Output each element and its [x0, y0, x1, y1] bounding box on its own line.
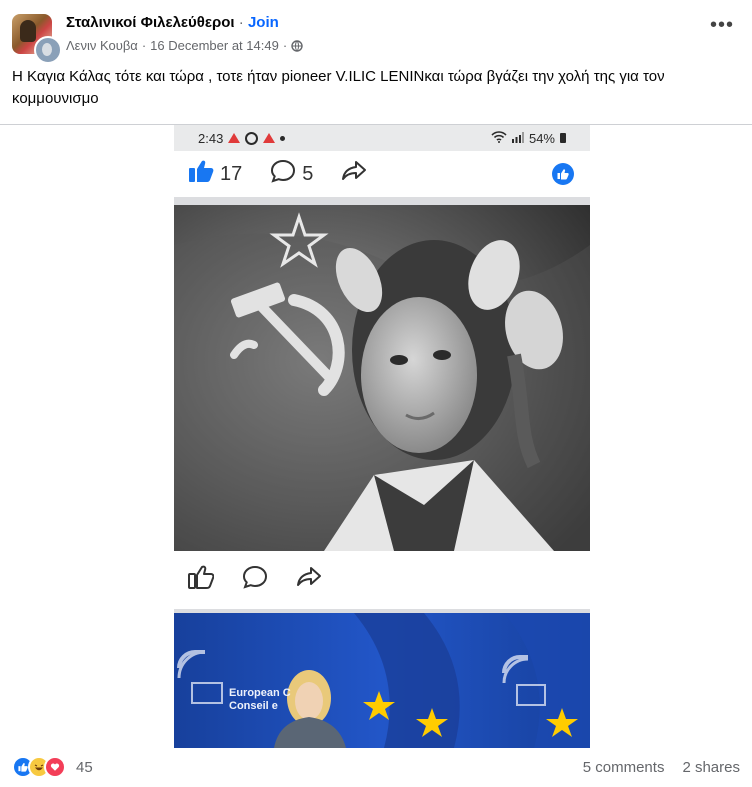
comments-count-link[interactable]: 5 comments: [583, 759, 665, 776]
signal-icon: [511, 131, 524, 146]
viber-icon: [245, 131, 259, 145]
group-name-link[interactable]: Σταλινικοί Φιλελεύθεροι: [66, 14, 235, 31]
share-arrow-icon: [341, 159, 367, 189]
more-options-icon[interactable]: •••: [708, 15, 736, 38]
reaction-count: 45: [76, 758, 93, 776]
inner-comment-count: 5: [302, 162, 314, 185]
author-avatar[interactable]: [34, 36, 62, 64]
warning-icon-2: [263, 133, 276, 143]
inner-action-bar: [174, 559, 322, 599]
comment-bubble-icon: [270, 159, 296, 189]
inner-like[interactable]: 17: [188, 159, 242, 189]
title-separator: ·: [234, 14, 248, 31]
post-meta: Λενιν Κουβα · 16 December at 14:49 ·: [66, 38, 303, 53]
comment-outline-icon[interactable]: [242, 565, 268, 594]
notification-dot-icon: [280, 135, 286, 141]
avatar-figure: [20, 20, 36, 42]
warning-icon: [228, 133, 241, 143]
battery-percent: 54%: [528, 130, 555, 146]
reactions-summary[interactable]: 45: [12, 756, 93, 778]
eu-sign-line-2: Conseil e: [229, 700, 278, 712]
love-reaction-icon: [44, 756, 66, 778]
eu-sign-line-1: European C: [229, 687, 291, 699]
meta-separator-2: ·: [282, 38, 288, 53]
status-time: 2:43: [198, 130, 224, 146]
join-link[interactable]: Join: [248, 14, 279, 31]
meta-separator: ·: [141, 38, 147, 53]
post-header: Σταλινικοί Φιλελεύθεροι · Join Λενιν Κου…: [12, 10, 740, 64]
inner-comment[interactable]: 5: [270, 159, 313, 189]
inner-divider: [174, 197, 590, 205]
globe-icon: [291, 39, 303, 52]
inner-share[interactable]: [341, 159, 367, 189]
eu-sign-text: European C Conseil e: [229, 687, 291, 713]
post-caption: Η Καγια Κάλας τότε και τώρα , τοτε ήταν …: [12, 68, 665, 107]
shares-count-link[interactable]: 2 shares: [682, 759, 740, 776]
shared-screenshot[interactable]: 2:43 54% 17 5 European C Conseil e: [174, 125, 590, 748]
phone-status-bar: 2:43 54%: [174, 125, 590, 151]
inner-reaction-bar: 17 5: [174, 151, 590, 197]
group-line: Σταλινικοί Φιλελεύθεροι · Join: [66, 14, 279, 31]
like-badge-icon: [552, 163, 574, 185]
eu-press-photo[interactable]: European C Conseil e: [174, 613, 590, 748]
pioneer-girl-photo[interactable]: [174, 205, 590, 551]
wifi-icon: [491, 130, 507, 146]
post-footer: 45 5 comments 2 shares: [12, 752, 740, 782]
inner-like-count: 17: [220, 162, 243, 185]
thumbs-up-filled-icon: [188, 159, 214, 189]
author-link[interactable]: Λενιν Κουβα: [66, 38, 138, 53]
thumbs-up-outline-icon[interactable]: [188, 565, 215, 594]
battery-icon: [560, 133, 566, 143]
share-outline-icon[interactable]: [296, 565, 322, 594]
post-timestamp[interactable]: 16 December at 14:49: [150, 38, 279, 53]
